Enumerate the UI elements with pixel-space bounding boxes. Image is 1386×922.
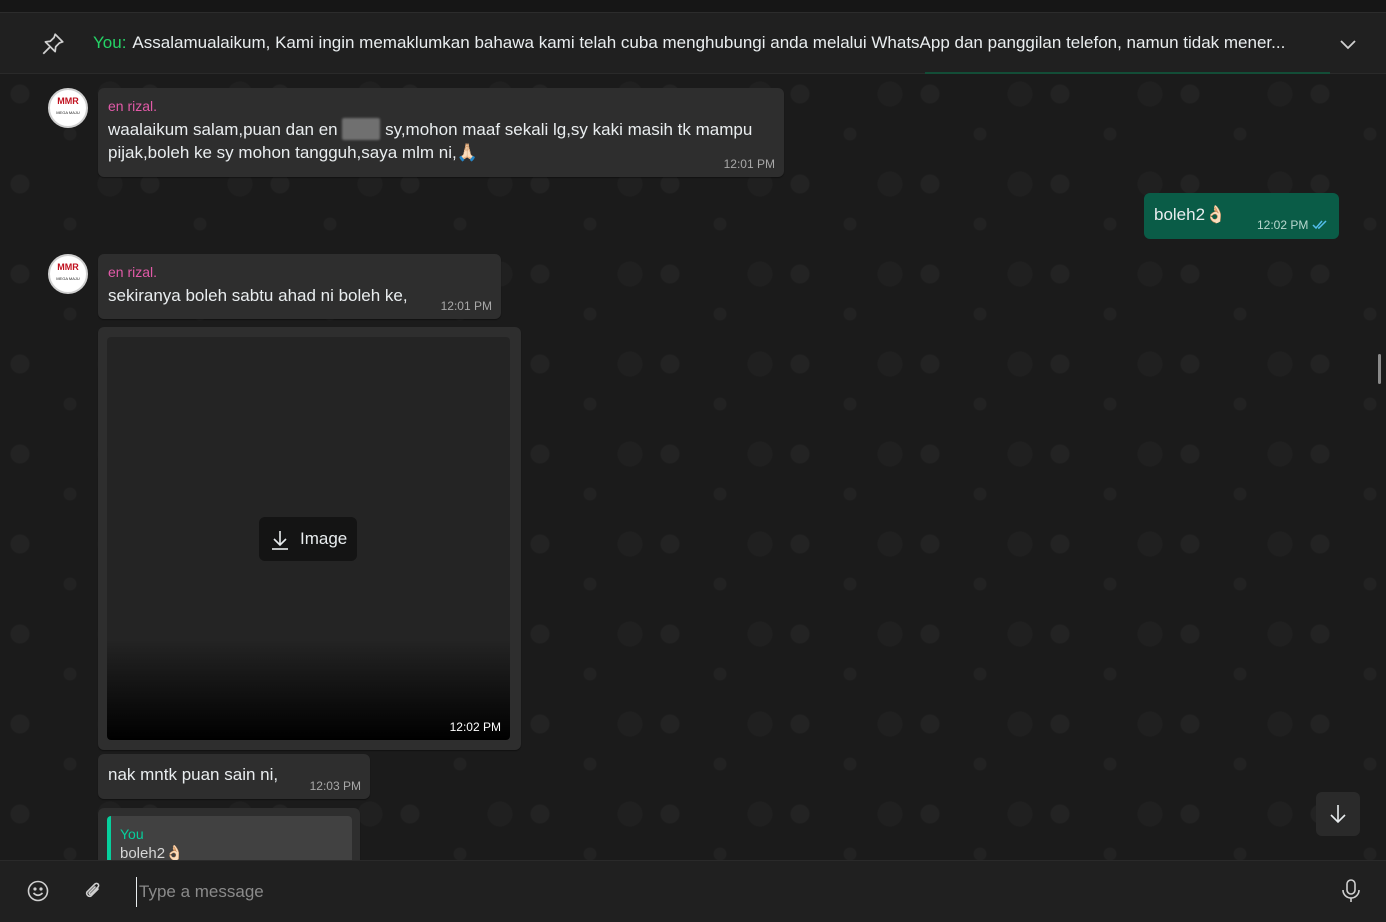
download-icon [272, 531, 288, 550]
image-time: 12:02 PM [449, 720, 501, 734]
message-composer [0, 860, 1386, 922]
message-text-line2: pijak,boleh ke sy mohon tangguh,saya mlm… [108, 143, 478, 162]
download-label: Image [300, 529, 348, 548]
quoted-text: boleh2👌🏻 [120, 845, 184, 860]
message-bubble-incoming[interactable]: nak mntk puan sain ni, 12:03 PM [98, 754, 370, 799]
pinned-message-text[interactable]: You: Assalamualaikum, Kami ingin memaklum… [93, 33, 1323, 53]
microphone-icon[interactable] [1341, 879, 1361, 903]
message-text-part2: sy,mohon maaf sekali lg,sy kaki masih tk… [380, 120, 753, 139]
double-check-icon [1312, 220, 1327, 230]
message-text: waalaikum salam,puan dan en sy,mohon maa… [108, 118, 752, 164]
chat-area[interactable]: MMR MEGA MAJU en rizal. waalaikum salam,… [0, 74, 1386, 860]
avatar-logo: MMR [57, 262, 79, 272]
message-text: sekiranya boleh sabtu ahad ni boleh ke, [108, 286, 408, 305]
avatar-logo-subtitle: MEGA MAJU [56, 110, 80, 115]
avatar-logo-subtitle: MEGA MAJU [56, 276, 80, 281]
paperclip-icon[interactable] [82, 880, 104, 902]
scrollbar-thumb[interactable] [1378, 354, 1381, 384]
message-bubble-incoming[interactable]: en rizal. waalaikum salam,puan dan en sy… [98, 88, 784, 177]
pinned-sender: You: [93, 33, 127, 52]
arrow-down-icon [1330, 805, 1346, 824]
redacted-name [342, 118, 381, 140]
emoji-icon[interactable] [27, 880, 49, 902]
pinned-content: Assalamualaikum, Kami ingin memaklumkan … [132, 33, 1286, 52]
message-time: 12:02 PM [1257, 218, 1309, 232]
avatar[interactable]: MMR MEGA MAJU [48, 254, 88, 294]
message-text-part1: waalaikum salam,puan dan en [108, 120, 343, 139]
sender-name: en rizal. [108, 264, 158, 280]
message-time: 12:01 PM [723, 157, 775, 171]
image-placeholder[interactable]: Image 12:02 PM [107, 337, 510, 740]
message-text: boleh2👌🏻 [1154, 205, 1227, 224]
message-bubble-outgoing[interactable]: boleh2👌🏻 12:02 PM [1144, 193, 1339, 239]
quoted-sender: You [120, 826, 144, 842]
sender-name: en rizal. [108, 98, 158, 114]
scroll-to-bottom-button[interactable] [1316, 792, 1360, 836]
message-time: 12:01 PM [440, 299, 492, 313]
message-time: 12:03 PM [309, 779, 361, 793]
message-text: nak mntk puan sain ni, [108, 765, 279, 784]
chevron-down-icon[interactable] [1338, 34, 1358, 54]
avatar[interactable]: MMR MEGA MAJU [48, 88, 88, 128]
pin-icon[interactable] [40, 31, 66, 57]
message-bubble-incoming[interactable]: en rizal. sekiranya boleh sabtu ahad ni … [98, 254, 501, 319]
avatar-logo: MMR [57, 96, 79, 106]
pinned-message-bar[interactable]: You: Assalamualaikum, Kami ingin memaklum… [0, 13, 1386, 74]
message-input[interactable] [136, 877, 1321, 907]
window-top-edge [0, 0, 1386, 13]
download-image-button[interactable]: Image [259, 517, 357, 561]
quoted-message[interactable]: You boleh2👌🏻 [107, 816, 352, 860]
